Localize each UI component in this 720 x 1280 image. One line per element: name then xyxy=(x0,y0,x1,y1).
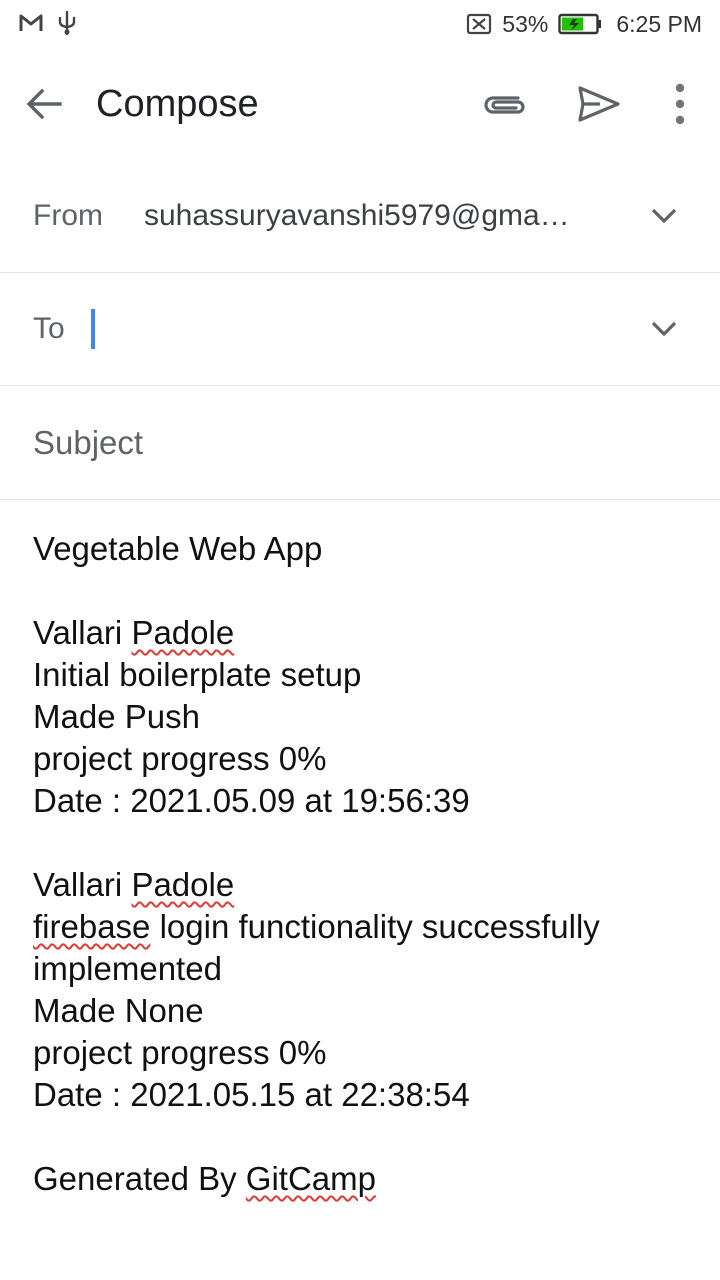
compose-screen: 53% 6:25 PM Compose From suhassuryavansh… xyxy=(0,0,720,1280)
entry1-message: Initial boilerplate setup xyxy=(33,656,362,693)
entry2-progress: project progress 0% xyxy=(33,1034,327,1071)
to-row[interactable]: To xyxy=(0,273,720,386)
entry1-date: Date : 2021.05.09 at 19:56:39 xyxy=(33,782,470,819)
attachment-icon xyxy=(484,96,525,114)
from-account[interactable]: suhassuryavanshi5979@gma… xyxy=(144,160,594,272)
battery-charging-icon xyxy=(558,13,602,35)
no-sim-icon xyxy=(466,13,492,35)
subject-row xyxy=(0,387,720,500)
entry2-author: Vallari Padole xyxy=(33,866,235,903)
back-arrow-icon xyxy=(26,88,62,120)
message-body[interactable]: Vegetable Web App Vallari Padole Initial… xyxy=(33,528,693,1200)
entry2-date: Date : 2021.05.15 at 22:38:54 xyxy=(33,1076,470,1113)
app-bar: Compose xyxy=(0,48,720,160)
status-time: 6:25 PM xyxy=(616,10,702,37)
body-title: Vegetable Web App xyxy=(33,530,323,567)
chevron-down-icon xyxy=(651,208,677,224)
back-button[interactable] xyxy=(24,84,64,124)
send-button[interactable] xyxy=(576,82,622,126)
status-bar: 53% 6:25 PM xyxy=(0,0,720,48)
chevron-down-icon xyxy=(651,321,677,337)
gmail-icon xyxy=(18,12,44,39)
from-row[interactable]: From suhassuryavanshi5979@gma… xyxy=(0,160,720,273)
entry2-made: Made None xyxy=(33,992,204,1029)
subject-input[interactable] xyxy=(0,387,720,499)
entry2-message: firebase login functionality successfull… xyxy=(33,908,600,945)
from-label: From xyxy=(33,199,103,232)
entry1-made: Made Push xyxy=(33,698,200,735)
more-vert-icon xyxy=(675,83,685,125)
battery-percent: 53% xyxy=(502,10,549,37)
from-expand-button[interactable] xyxy=(648,202,680,230)
entry2-message-cont: implemented xyxy=(33,950,222,987)
text-cursor xyxy=(91,309,95,349)
to-expand-button[interactable] xyxy=(648,315,680,343)
body-footer: Generated By GitCamp xyxy=(33,1160,376,1197)
send-icon xyxy=(578,86,620,122)
attach-button[interactable] xyxy=(480,84,528,124)
usb-icon xyxy=(56,10,78,41)
entry1-author: Vallari Padole xyxy=(33,614,235,651)
to-label: To xyxy=(33,312,65,345)
entry1-progress: project progress 0% xyxy=(33,740,327,777)
more-options-button[interactable] xyxy=(664,80,696,128)
page-title: Compose xyxy=(96,83,259,125)
